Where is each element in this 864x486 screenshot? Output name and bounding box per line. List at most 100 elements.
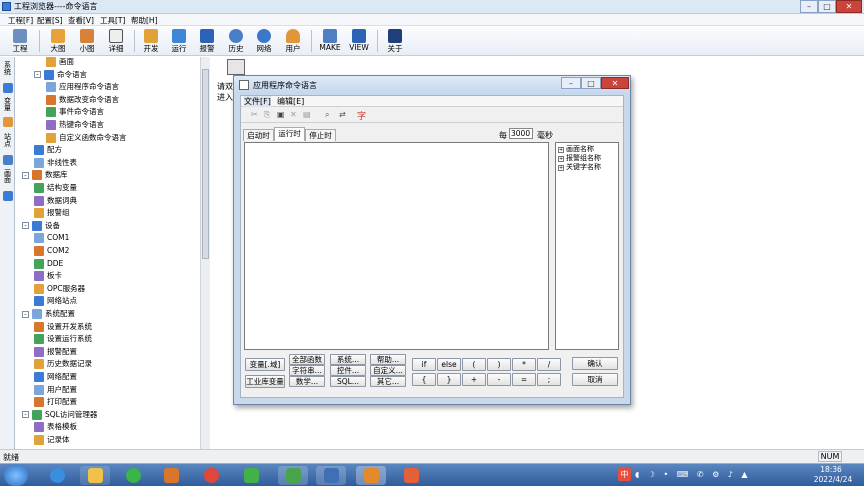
menu-tools[interactable]: 工具[T]: [100, 15, 125, 26]
toolbar-user-button[interactable]: 用户: [279, 28, 307, 55]
system-functions-button[interactable]: 系统...: [330, 354, 366, 365]
tree-item[interactable]: 数据词典: [34, 195, 77, 207]
taskbar-camtasia-2[interactable]: [396, 466, 426, 485]
dialog-menu-edit[interactable]: 编辑[E]: [277, 96, 304, 107]
command-language-item-icon[interactable]: [227, 59, 245, 75]
tab-on-start[interactable]: 启动时: [243, 129, 274, 141]
toolbar-largeicon-button[interactable]: 大图: [44, 28, 72, 55]
toolbar-smallicon-button[interactable]: 小图: [73, 28, 101, 55]
tab-station[interactable]: 站点: [1, 133, 14, 149]
tree-item[interactable]: 网络配置: [34, 371, 77, 383]
expander-icon[interactable]: -: [22, 222, 29, 230]
tree-item[interactable]: - 命令语言: [34, 69, 87, 81]
expander-icon[interactable]: -: [34, 71, 41, 79]
tab-screen[interactable]: 画面: [1, 169, 14, 185]
tree-item[interactable]: COM1: [34, 232, 69, 244]
toolbar-about-button[interactable]: 关于: [381, 28, 409, 55]
tree-item[interactable]: - 数据库: [22, 169, 68, 181]
tree-item[interactable]: - 系统配置: [22, 308, 75, 320]
tree-item[interactable]: COM2: [34, 245, 69, 257]
operator-button[interactable]: ): [487, 358, 511, 371]
sql-functions-button[interactable]: SQL...: [330, 376, 366, 387]
tree-item-screen-names[interactable]: + 画面名称: [558, 145, 594, 154]
tree-item[interactable]: 设置开发系统: [34, 321, 92, 333]
start-button[interactable]: [4, 465, 28, 486]
taskbar-ie[interactable]: [42, 466, 72, 485]
operator-button[interactable]: +: [462, 373, 486, 386]
scrollbar-thumb[interactable]: [202, 69, 209, 259]
clock-date[interactable]: 2022/4/24: [807, 475, 859, 484]
operator-button[interactable]: else: [437, 358, 461, 371]
industrial-db-variable-button[interactable]: 工业库变量: [245, 375, 285, 388]
operator-button[interactable]: =: [512, 373, 536, 386]
tree-item[interactable]: 非线性表: [34, 157, 77, 169]
toolbar-network-button[interactable]: 网络: [250, 28, 278, 55]
toolbar-alarm-button[interactable]: 报警: [193, 28, 221, 55]
tree-item[interactable]: 打印配置: [34, 396, 77, 408]
tree-item[interactable]: 网络站点: [34, 295, 77, 307]
ime-indicator[interactable]: 中: [618, 468, 631, 481]
taskbar-app-green[interactable]: [118, 466, 148, 485]
interval-input[interactable]: 3000: [509, 128, 533, 139]
dialog-minimize-button[interactable]: –: [561, 77, 581, 89]
tree-item[interactable]: 自定义函数命令语言: [46, 132, 127, 144]
tab-variable[interactable]: 变量: [1, 97, 14, 113]
tab-variable-icon-wrap[interactable]: [1, 117, 14, 128]
menu-project[interactable]: 工程[F]: [8, 15, 33, 26]
dialog-menu-file[interactable]: 文件[F]: [244, 96, 271, 107]
tree-item[interactable]: OPC服务器: [34, 283, 85, 295]
taskbar-explorer[interactable]: [80, 466, 110, 485]
operator-button[interactable]: (: [462, 358, 486, 371]
taskbar-camtasia-1[interactable]: [278, 466, 308, 485]
tree-item[interactable]: 应用程序命令语言: [46, 81, 119, 93]
dialog-close-button[interactable]: ✕: [601, 77, 629, 89]
other-functions-button[interactable]: 其它...: [370, 376, 406, 387]
tab-on-stop[interactable]: 停止时: [305, 129, 336, 141]
toolbar-view-button[interactable]: VIEW: [345, 28, 373, 55]
code-editor[interactable]: [244, 142, 549, 350]
string-functions-button[interactable]: 字符串...: [289, 365, 325, 376]
tree-item[interactable]: 板卡: [34, 270, 62, 282]
replace-icon[interactable]: ⇄: [339, 110, 346, 119]
tree-item[interactable]: 报警配置: [34, 346, 77, 358]
copy-icon[interactable]: ⎘: [264, 110, 270, 120]
cut-icon[interactable]: ✂: [251, 110, 258, 119]
tab-while-running[interactable]: 运行时: [274, 127, 305, 141]
toolbar-details-button[interactable]: 详细: [102, 28, 130, 55]
custom-functions-button[interactable]: 自定义...: [370, 365, 406, 376]
operator-button[interactable]: if: [412, 358, 436, 371]
toolbar-run-button[interactable]: 运行: [165, 28, 193, 55]
tree-item[interactable]: 数据改变命令语言: [46, 94, 119, 106]
tree-item[interactable]: 结构变量: [34, 182, 77, 194]
help-button[interactable]: 帮助...: [370, 354, 406, 365]
tab-system[interactable]: 系统: [1, 61, 14, 77]
cancel-button[interactable]: 取消: [572, 373, 618, 386]
taskbar-chrome[interactable]: [196, 466, 226, 485]
expander-icon[interactable]: -: [22, 310, 29, 318]
expander-icon[interactable]: -: [22, 411, 29, 419]
math-functions-button[interactable]: 数学...: [289, 376, 325, 387]
minimize-button[interactable]: –: [800, 0, 818, 13]
tab-system-icon-wrap[interactable]: [1, 83, 14, 94]
ok-button[interactable]: 确认: [572, 357, 618, 370]
tree-item-alarm-groups[interactable]: + 报警组名称: [558, 154, 601, 163]
clock-time[interactable]: 18:36: [807, 465, 855, 474]
tree-item[interactable]: 用户配置: [34, 384, 77, 396]
tray-icons[interactable]: ◖ ☽ • ⌨ ✆ ⚙ ♪ ▲: [635, 470, 765, 480]
tree-item-keywords[interactable]: + 关键字名称: [558, 163, 601, 172]
tree-item[interactable]: 事件命令语言: [46, 106, 104, 118]
toolbar-make-button[interactable]: MAKE: [315, 28, 345, 55]
taskbar-wechat[interactable]: [236, 466, 266, 485]
toolbar-develop-button[interactable]: 开发: [137, 28, 165, 55]
tree-item[interactable]: 历史数据记录: [34, 358, 92, 370]
tab-screen-icon-wrap[interactable]: [1, 191, 14, 202]
delete-icon[interactable]: ✕: [290, 110, 297, 119]
operator-button[interactable]: *: [512, 358, 536, 371]
tree-item[interactable]: DDE: [34, 258, 63, 270]
paste-icon[interactable]: ▣: [277, 110, 285, 119]
find-icon[interactable]: ⌕: [325, 110, 329, 120]
select-icon[interactable]: ▤: [303, 110, 311, 119]
tree-item[interactable]: 画面: [46, 57, 74, 68]
variable-field-button[interactable]: 变量[.域]: [245, 358, 285, 371]
toolbar-history-button[interactable]: 历史: [222, 28, 250, 55]
